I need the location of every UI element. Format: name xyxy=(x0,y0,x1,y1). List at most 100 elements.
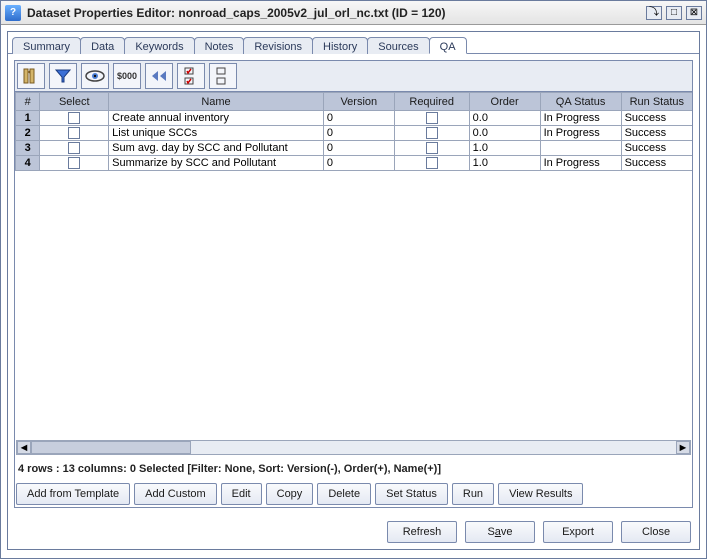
copy-button[interactable]: Copy xyxy=(266,483,314,505)
tab-revisions[interactable]: Revisions xyxy=(243,37,313,54)
qa-table-container: # Select Name Version Required Order QA … xyxy=(14,92,693,508)
cell-select[interactable] xyxy=(40,111,109,126)
scroll-thumb[interactable] xyxy=(31,441,191,454)
cell-qa-status[interactable]: In Progress xyxy=(540,156,621,171)
table-status-line: 4 rows : 13 columns: 0 Selected [Filter:… xyxy=(16,461,691,477)
window-title: Dataset Properties Editor: nonroad_caps_… xyxy=(27,6,646,20)
header-qa-status[interactable]: QA Status xyxy=(540,93,621,111)
select-all-icon[interactable] xyxy=(177,63,205,89)
table-row[interactable]: 1 Create annual inventory0 0.0In ProgressS… xyxy=(16,111,693,126)
rewind-icon[interactable] xyxy=(145,63,173,89)
scroll-right-arrow[interactable]: ► xyxy=(676,441,690,454)
cell-qa-status[interactable]: In Progress xyxy=(540,111,621,126)
cost-icon[interactable]: $000 xyxy=(113,63,141,89)
header-required[interactable]: Required xyxy=(394,93,469,111)
table-header-row: # Select Name Version Required Order QA … xyxy=(16,93,693,111)
header-version[interactable]: Version xyxy=(323,93,394,111)
close-button[interactable]: Close xyxy=(621,521,691,543)
cell-name[interactable]: List unique SCCs xyxy=(109,126,324,141)
minimize-button[interactable]: ⤵ xyxy=(646,6,662,20)
cell-version[interactable]: 0 xyxy=(323,126,394,141)
main-panel: Summary Data Keywords Notes Revisions Hi… xyxy=(7,31,700,550)
cell-qa-status[interactable]: In Progress xyxy=(540,126,621,141)
cell-select[interactable] xyxy=(40,156,109,171)
tab-sources[interactable]: Sources xyxy=(367,37,429,54)
row-number[interactable]: 2 xyxy=(16,126,40,141)
view-results-button[interactable]: View Results xyxy=(498,483,583,505)
add-custom-button[interactable]: Add Custom xyxy=(134,483,217,505)
columns-icon[interactable] xyxy=(17,63,45,89)
cell-select[interactable] xyxy=(40,126,109,141)
scroll-track[interactable] xyxy=(31,441,676,454)
cell-version[interactable]: 0 xyxy=(323,111,394,126)
app-icon: ? xyxy=(5,5,21,21)
titlebar: ? Dataset Properties Editor: nonroad_cap… xyxy=(1,1,706,25)
cell-name[interactable]: Sum avg. day by SCC and Pollutant xyxy=(109,141,324,156)
cell-qa-status[interactable] xyxy=(540,141,621,156)
run-button[interactable]: Run xyxy=(452,483,494,505)
header-order[interactable]: Order xyxy=(469,93,540,111)
add-from-template-button[interactable]: Add from Template xyxy=(16,483,130,505)
row-number[interactable]: 4 xyxy=(16,156,40,171)
cell-version[interactable]: 0 xyxy=(323,156,394,171)
table-row[interactable]: 4 Summarize by SCC and Pollutant0 1.0In Pr… xyxy=(16,156,693,171)
select-checkbox[interactable] xyxy=(68,157,80,169)
filter-icon[interactable] xyxy=(49,63,77,89)
set-status-button[interactable]: Set Status xyxy=(375,483,448,505)
cell-run-status[interactable]: Success xyxy=(621,141,692,156)
cell-order[interactable]: 1.0 xyxy=(469,156,540,171)
table-row[interactable]: 2 List unique SCCs0 0.0In ProgressSuccess xyxy=(16,126,693,141)
select-checkbox[interactable] xyxy=(68,112,80,124)
scroll-left-arrow[interactable]: ◄ xyxy=(17,441,31,454)
cell-name[interactable]: Summarize by SCC and Pollutant xyxy=(109,156,324,171)
tab-summary[interactable]: Summary xyxy=(12,37,81,54)
refresh-button[interactable]: Refresh xyxy=(387,521,457,543)
deselect-all-icon[interactable] xyxy=(209,63,237,89)
qa-tab-content: $000 # Select Nam xyxy=(8,54,699,514)
delete-button[interactable]: Delete xyxy=(317,483,371,505)
cell-required[interactable] xyxy=(394,141,469,156)
header-run-status[interactable]: Run Status xyxy=(621,93,692,111)
header-name[interactable]: Name xyxy=(109,93,324,111)
save-button[interactable]: Save xyxy=(465,521,535,543)
tab-data[interactable]: Data xyxy=(80,37,125,54)
cell-run-status[interactable]: Success xyxy=(621,156,692,171)
horizontal-scrollbar[interactable]: ◄ ► xyxy=(16,440,691,455)
tab-strip: Summary Data Keywords Notes Revisions Hi… xyxy=(8,32,699,54)
cell-run-status[interactable]: Success xyxy=(621,111,692,126)
header-select[interactable]: Select xyxy=(40,93,109,111)
bottom-button-row: Refresh Save Export Close xyxy=(387,521,691,543)
export-button[interactable]: Export xyxy=(543,521,613,543)
cell-run-status[interactable]: Success xyxy=(621,126,692,141)
cell-required[interactable] xyxy=(394,156,469,171)
cell-select[interactable] xyxy=(40,141,109,156)
eye-icon[interactable] xyxy=(81,63,109,89)
header-num[interactable]: # xyxy=(16,93,40,111)
required-checkbox[interactable] xyxy=(426,142,438,154)
tab-keywords[interactable]: Keywords xyxy=(124,37,194,54)
cell-order[interactable]: 0.0 xyxy=(469,111,540,126)
cell-version[interactable]: 0 xyxy=(323,141,394,156)
cell-order[interactable]: 0.0 xyxy=(469,126,540,141)
row-number[interactable]: 3 xyxy=(16,141,40,156)
cell-required[interactable] xyxy=(394,111,469,126)
qa-table: # Select Name Version Required Order QA … xyxy=(15,92,692,171)
maximize-button[interactable]: □ xyxy=(666,6,682,20)
select-checkbox[interactable] xyxy=(68,127,80,139)
required-checkbox[interactable] xyxy=(426,112,438,124)
cell-order[interactable]: 1.0 xyxy=(469,141,540,156)
required-checkbox[interactable] xyxy=(426,157,438,169)
select-checkbox[interactable] xyxy=(68,142,80,154)
close-window-button[interactable]: ⊠ xyxy=(686,6,702,20)
qa-toolbar: $000 xyxy=(14,60,693,92)
table-row[interactable]: 3 Sum avg. day by SCC and Pollutant0 1.0 Su… xyxy=(16,141,693,156)
cell-required[interactable] xyxy=(394,126,469,141)
tab-notes[interactable]: Notes xyxy=(194,37,245,54)
tab-qa[interactable]: QA xyxy=(429,37,467,54)
cell-name[interactable]: Create annual inventory xyxy=(109,111,324,126)
edit-button[interactable]: Edit xyxy=(221,483,262,505)
tab-history[interactable]: History xyxy=(312,37,368,54)
qa-button-row: Add from Template Add Custom Edit Copy D… xyxy=(16,479,691,505)
required-checkbox[interactable] xyxy=(426,127,438,139)
row-number[interactable]: 1 xyxy=(16,111,40,126)
